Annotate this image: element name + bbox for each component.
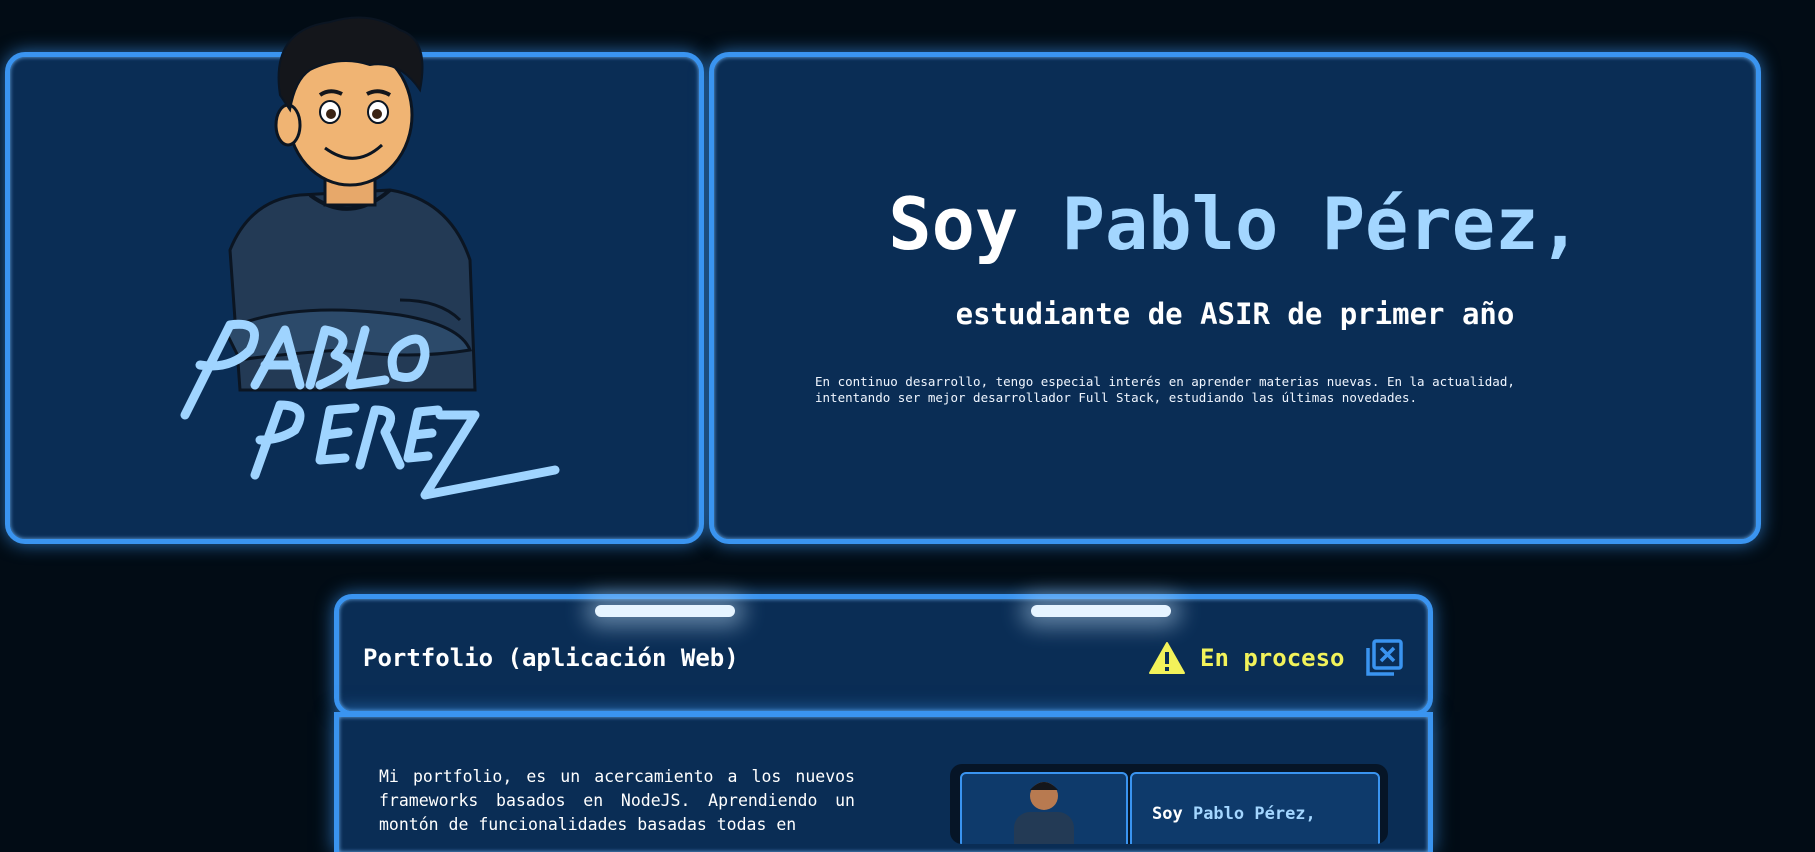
close-square-icon[interactable] — [1364, 638, 1404, 678]
heading-name: Pablo Pérez, — [1061, 182, 1582, 266]
preview-avatar-card — [960, 772, 1128, 844]
intro-description: En continuo desarrollo, tengo especial i… — [815, 374, 1515, 405]
preview-heading-name: Pablo Pérez, — [1192, 804, 1316, 824]
intro-heading: Soy Pablo Pérez, — [709, 182, 1761, 266]
heading-prefix: Soy — [888, 182, 1062, 266]
preview-avatar-image — [1014, 782, 1074, 844]
lamp-right — [1031, 605, 1171, 617]
project-description: Mi portfolio, es un acercamiento a los n… — [379, 767, 855, 834]
status-badge: En proceso — [1148, 640, 1345, 676]
project-title: Portfolio (aplicación Web) — [363, 644, 739, 672]
status-text: En proceso — [1200, 644, 1345, 672]
warning-triangle-icon — [1149, 642, 1185, 674]
lamp-left — [595, 605, 735, 617]
preview-heading-prefix: Soy — [1152, 804, 1193, 824]
intro-subtitle: estudiante de ASIR de primer año — [955, 297, 1515, 331]
preview-heading: Soy Pablo Pérez, — [1152, 804, 1316, 824]
avatar-illustration — [180, 16, 560, 500]
